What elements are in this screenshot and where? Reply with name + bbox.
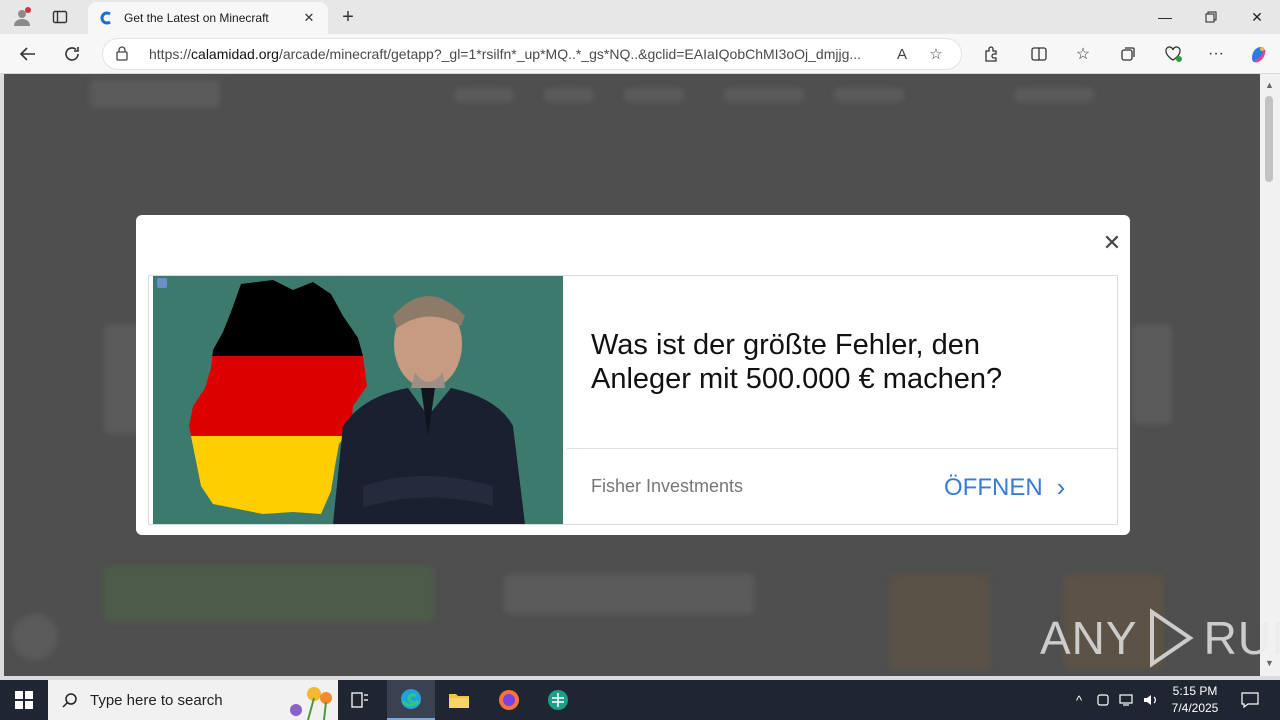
blurred-content	[1132, 324, 1172, 424]
tab-title: Get the Latest on Minecraft	[124, 11, 269, 25]
blurred-image	[890, 574, 990, 670]
network-icon[interactable]	[1116, 680, 1138, 720]
blurred-avatar	[12, 614, 58, 660]
restore-icon[interactable]	[1188, 0, 1234, 34]
system-clock[interactable]: 5:15 PM 7/4/2025	[1160, 683, 1230, 717]
ad-divider	[567, 448, 1117, 449]
blurred-text	[504, 574, 754, 614]
task-view-icon[interactable]	[336, 680, 384, 720]
read-aloud-icon[interactable]: A	[889, 41, 915, 67]
germany-flag-map-illustration	[153, 276, 563, 524]
close-tab-icon[interactable]: ✕	[300, 10, 318, 26]
ad-image[interactable]	[153, 276, 563, 524]
file-explorer-icon[interactable]	[435, 680, 483, 720]
blurred-nav	[454, 88, 514, 102]
profile-icon[interactable]	[10, 5, 34, 29]
taskbar: Type here to search ^ 5:15 PM 7/4/2025	[0, 680, 1280, 720]
blurred-button	[104, 566, 434, 622]
vertical-scrollbar[interactable]: ▲ ▼	[1260, 74, 1280, 676]
favorite-star-icon[interactable]: ☆	[923, 41, 949, 67]
minimize-icon[interactable]: —	[1142, 0, 1188, 34]
chevron-up-icon[interactable]: ^	[1068, 680, 1090, 720]
adchoices-icon[interactable]	[157, 278, 167, 288]
search-placeholder: Type here to search	[90, 691, 223, 709]
volume-icon[interactable]	[1140, 680, 1162, 720]
browser-toolbar: https://calamidad.org/arcade/minecraft/g…	[0, 34, 1280, 74]
url-path: /arcade/minecraft/getapp?_gl=1*rsilfn*_u…	[278, 46, 862, 62]
clock-date: 7/4/2025	[1171, 701, 1219, 715]
favorites-icon[interactable]: ☆	[1069, 40, 1097, 68]
copilot-icon[interactable]	[1244, 40, 1272, 68]
refresh-icon[interactable]	[58, 40, 86, 68]
blurred-nav	[544, 88, 594, 102]
windows-start-icon[interactable]	[0, 680, 48, 720]
blurred-nav	[834, 88, 904, 102]
open-ad-button[interactable]: ÖFFNEN ›	[944, 472, 1065, 503]
watermark-left-text: ANY	[1040, 612, 1138, 664]
url-prefix: https://	[149, 46, 192, 62]
edge-icon[interactable]	[387, 680, 435, 720]
anyrun-watermark: ANY RUN	[1040, 608, 1280, 668]
clock-time: 5:15 PM	[1172, 684, 1218, 698]
close-window-icon[interactable]: ✕	[1234, 0, 1280, 34]
ad-creative[interactable]: Was ist der größte Fehler, den Anleger m…	[148, 275, 1118, 525]
close-icon[interactable]: ✕	[1100, 230, 1124, 255]
search-icon	[62, 693, 77, 708]
scroll-up-icon[interactable]: ▲	[1265, 80, 1274, 90]
firefox-icon[interactable]	[485, 680, 533, 720]
title-bar: Get the Latest on Minecraft ✕ + — ✕	[0, 0, 1280, 34]
notification-icon[interactable]	[1236, 680, 1264, 720]
url-text[interactable]: https://calamidad.org/arcade/minecraft/g…	[149, 46, 881, 62]
blurred-nav	[1014, 88, 1094, 102]
more-icon[interactable]: ···	[1202, 40, 1230, 68]
blurred-nav	[724, 88, 804, 102]
watermark-right-text: RUN	[1203, 612, 1280, 664]
taskbar-search[interactable]: Type here to search	[48, 680, 338, 720]
site-favicon-icon	[100, 11, 111, 25]
ad-advertiser[interactable]: Fisher Investments	[591, 476, 743, 497]
extensions-icon[interactable]	[977, 40, 1005, 68]
ad-headline[interactable]: Was ist der größte Fehler, den Anleger m…	[591, 328, 1061, 396]
url-host: calamidad.org	[191, 46, 279, 62]
play-logo-icon	[1149, 608, 1194, 668]
tab-actions-icon[interactable]	[48, 5, 72, 29]
back-icon[interactable]	[14, 40, 42, 68]
app-icon[interactable]	[534, 680, 582, 720]
chevron-right-icon: ›	[1056, 472, 1066, 502]
blurred-nav	[624, 88, 684, 102]
scrollbar-thumb[interactable]	[1265, 96, 1273, 182]
blurred-logo	[90, 80, 220, 108]
security-tray-icon[interactable]	[1092, 680, 1114, 720]
address-bar[interactable]: https://calamidad.org/arcade/minecraft/g…	[102, 38, 962, 70]
tab-active[interactable]: Get the Latest on Minecraft ✕	[88, 2, 328, 34]
ad-modal: ✕ Was ist der größte Fehler, den Anleger…	[136, 215, 1130, 535]
lock-icon[interactable]	[115, 45, 135, 64]
browser-essentials-icon[interactable]	[1159, 40, 1187, 68]
flowers-decoration-icon	[290, 687, 332, 720]
open-ad-label: ÖFFNEN	[944, 473, 1043, 501]
new-tab-icon[interactable]: +	[336, 5, 360, 29]
collections-icon[interactable]	[1114, 40, 1142, 68]
split-screen-icon[interactable]	[1025, 40, 1053, 68]
